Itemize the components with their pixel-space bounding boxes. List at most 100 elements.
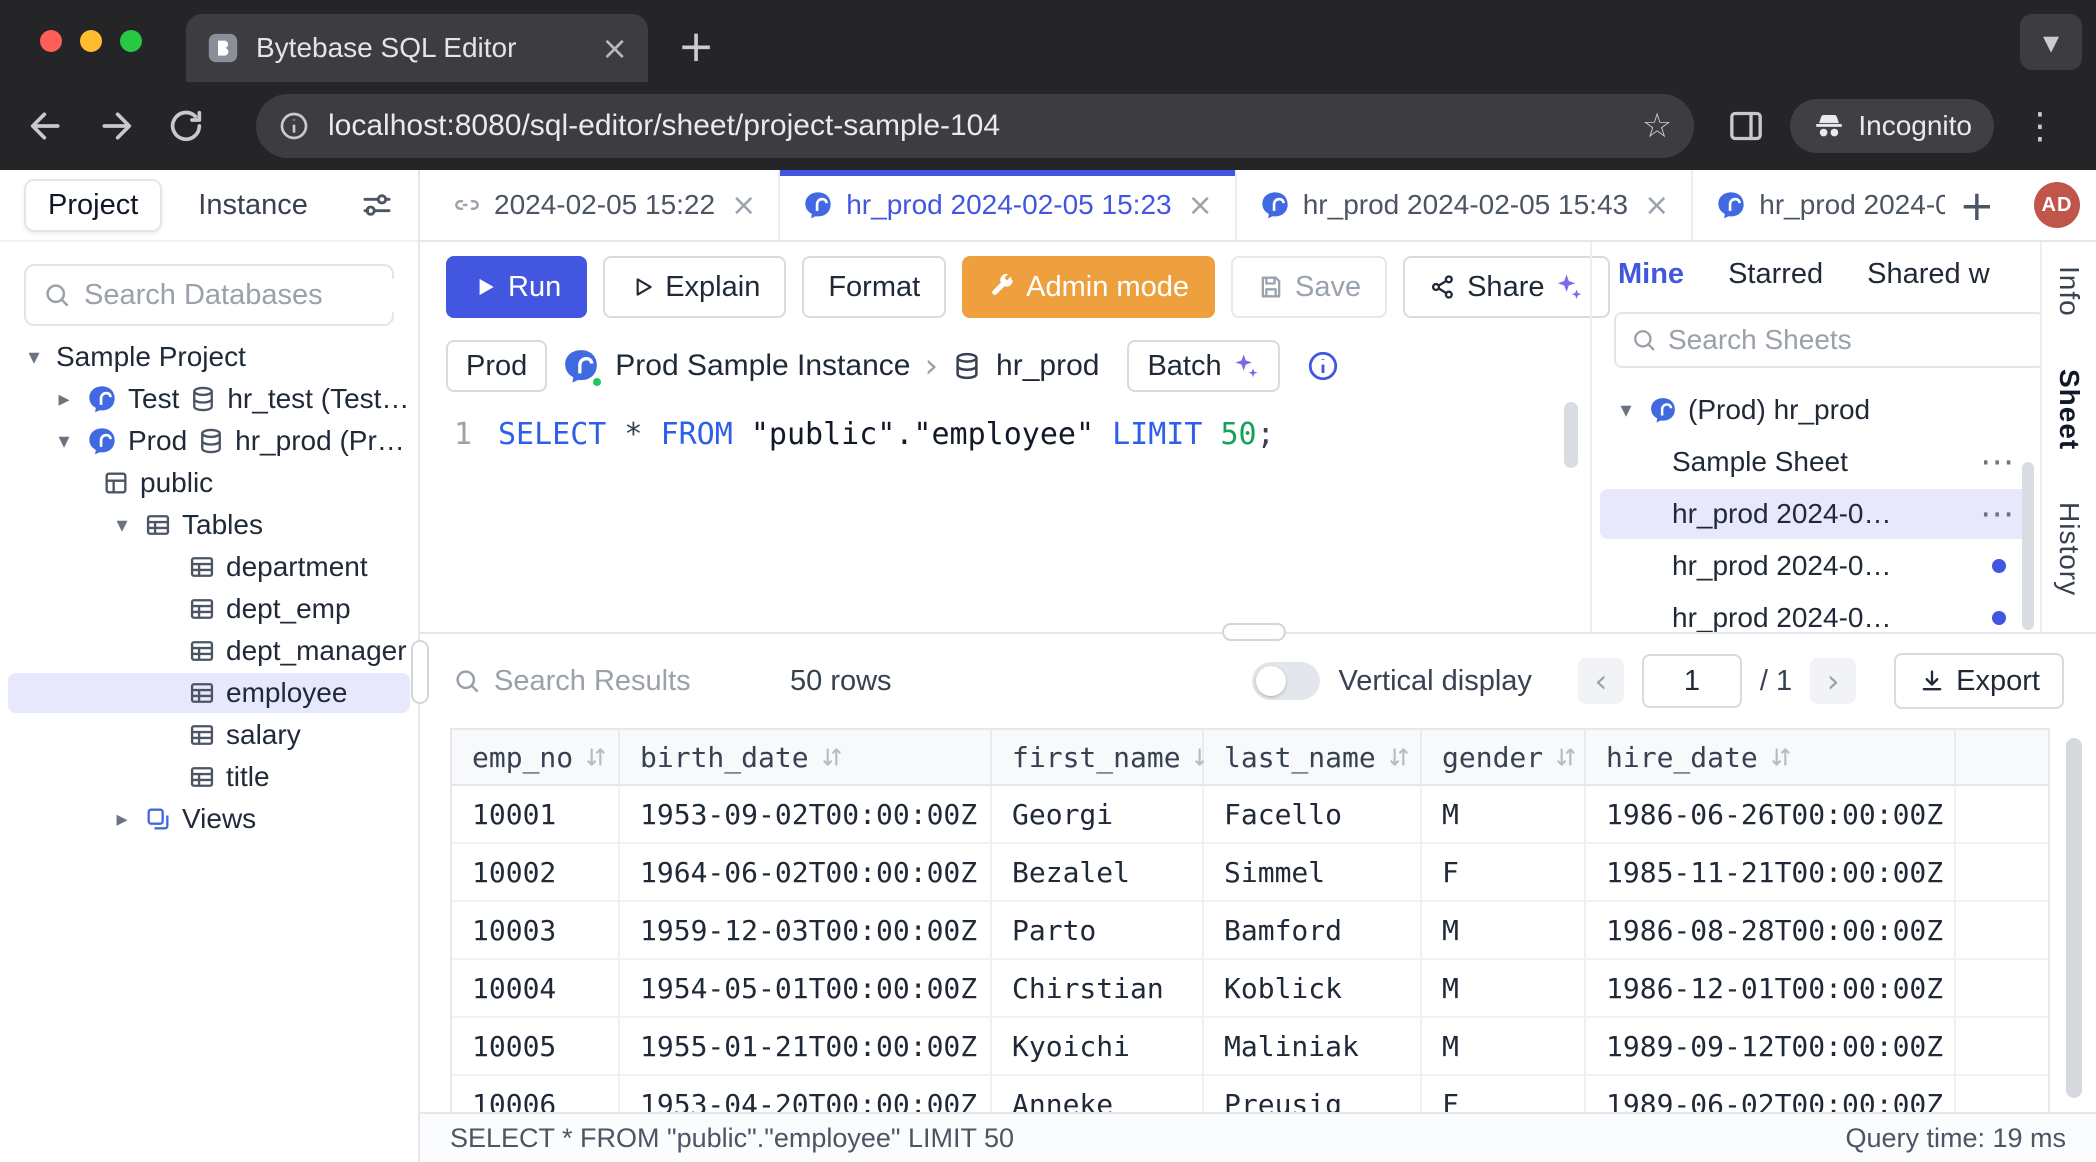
- tab-instance[interactable]: Instance: [198, 189, 308, 222]
- search-databases-field[interactable]: [84, 279, 420, 312]
- tree-item-env-test[interactable]: ▸ Test hr_test (Test…: [0, 378, 418, 420]
- chevron-down-icon[interactable]: ▾: [22, 345, 46, 370]
- sort-icon[interactable]: [1553, 744, 1579, 770]
- sheet-item-partial[interactable]: hr_prod 2024-0…: [1592, 592, 2040, 632]
- forward-button[interactable]: [94, 104, 138, 148]
- info-circle-icon[interactable]: [1306, 349, 1340, 383]
- chevron-down-icon[interactable]: ▾: [110, 513, 134, 538]
- sheet-tab-2-active[interactable]: hr_prod 2024-02-05 15:23 ×: [780, 170, 1237, 240]
- sheet-item-menu-icon[interactable]: ⋯: [1980, 442, 2014, 482]
- tree-item-env-prod[interactable]: ▾ Prod hr_prod (Pr…: [0, 420, 418, 462]
- sort-icon[interactable]: [1768, 744, 1794, 770]
- close-window-button[interactable]: [40, 30, 62, 52]
- results-resize-grip[interactable]: [1222, 623, 1286, 641]
- results-scrollbar[interactable]: [2066, 738, 2082, 1098]
- share-button[interactable]: Share: [1403, 256, 1610, 318]
- column-header-birth_date[interactable]: birth_date: [620, 730, 992, 786]
- sheet-item[interactable]: Sample Sheet ⋯: [1592, 436, 2040, 488]
- chevron-down-icon[interactable]: ▾: [1614, 398, 1638, 423]
- user-avatar[interactable]: AD: [2034, 182, 2080, 228]
- tab-starred[interactable]: Starred: [1728, 258, 1823, 291]
- column-header-gender[interactable]: gender: [1422, 730, 1586, 786]
- tree-item-table-dept_manager[interactable]: dept_manager: [0, 630, 418, 672]
- browser-tab[interactable]: Bytebase SQL Editor ×: [186, 14, 648, 82]
- column-header-last_name[interactable]: last_name: [1204, 730, 1422, 786]
- tab-search-chevron-button[interactable]: ▾: [2020, 14, 2082, 70]
- side-panel-icon[interactable]: [1726, 106, 1766, 146]
- column-label: last_name: [1224, 741, 1376, 774]
- sort-icon[interactable]: [583, 744, 609, 770]
- editor-scrollbar[interactable]: [1564, 402, 1578, 468]
- sheet-tab-bar: 2024-02-05 15:22 × hr_prod 2024-02-05 15…: [420, 170, 2096, 242]
- search-databases-input[interactable]: [24, 264, 394, 326]
- tree-item-tables-group[interactable]: ▾ Tables: [0, 504, 418, 546]
- search-sheets-field[interactable]: [1668, 324, 2029, 356]
- sql-editor[interactable]: 1 SELECT * FROM "public"."employee" LIMI…: [420, 412, 1590, 632]
- sheet-item-selected[interactable]: hr_prod 2024-0… ⋯: [1592, 488, 2040, 540]
- sheet-tab-4-clipped[interactable]: hr_prod 2024-0: [1693, 170, 1945, 240]
- filter-settings-icon[interactable]: [360, 188, 394, 222]
- admin-mode-button[interactable]: Admin mode: [962, 256, 1215, 318]
- run-button[interactable]: Run: [446, 256, 587, 318]
- bookmark-star-icon[interactable]: ☆: [1642, 106, 1672, 146]
- chevron-right-icon[interactable]: ▸: [52, 387, 76, 412]
- tab-project[interactable]: Project: [24, 179, 162, 232]
- side-tab-history[interactable]: History: [2053, 502, 2085, 596]
- tree-item-table-title[interactable]: title: [0, 756, 418, 798]
- prev-page-button[interactable]: ‹: [1578, 658, 1624, 704]
- chevron-down-icon[interactable]: ▾: [52, 429, 76, 454]
- reload-button[interactable]: [164, 104, 208, 148]
- sheet-tab-3[interactable]: hr_prod 2024-02-05 15:43 ×: [1237, 170, 1694, 240]
- back-button[interactable]: [24, 104, 68, 148]
- search-sheets-input[interactable]: [1614, 312, 2040, 368]
- sheet-tab-1[interactable]: 2024-02-05 15:22 ×: [430, 170, 780, 240]
- tree-item-schema-public[interactable]: public: [0, 462, 418, 504]
- new-sheet-tab-button[interactable]: +: [1959, 181, 1994, 230]
- batch-button[interactable]: Batch: [1127, 340, 1279, 392]
- chevron-right-icon[interactable]: ▸: [110, 807, 134, 832]
- sort-icon[interactable]: [819, 744, 845, 770]
- tree-item-table-employee-selected[interactable]: employee: [0, 672, 418, 714]
- database-name[interactable]: hr_prod: [996, 349, 1099, 383]
- tree-item-table-dept_emp[interactable]: dept_emp: [0, 588, 418, 630]
- new-tab-button[interactable]: +: [668, 18, 724, 74]
- sheet-group-row[interactable]: ▾ (Prod) hr_prod: [1592, 384, 2040, 436]
- search-results-field[interactable]: [494, 665, 772, 698]
- export-button[interactable]: Export: [1894, 653, 2064, 709]
- sort-icon[interactable]: [1386, 744, 1412, 770]
- minimize-window-button[interactable]: [80, 30, 102, 52]
- sidebar-resize-grip[interactable]: [411, 640, 429, 704]
- format-button[interactable]: Format: [802, 256, 946, 318]
- tree-item-table-department[interactable]: department: [0, 546, 418, 588]
- environment-badge[interactable]: Prod: [446, 340, 547, 392]
- sheet-item-menu-icon[interactable]: ⋯: [1980, 494, 2014, 534]
- tree-item-views-group[interactable]: ▸ Views: [0, 798, 418, 840]
- page-number-input[interactable]: [1642, 654, 1742, 708]
- tree-item-table-salary[interactable]: salary: [0, 714, 418, 756]
- maximize-window-button[interactable]: [120, 30, 142, 52]
- column-header-emp_no[interactable]: emp_no: [452, 730, 620, 786]
- close-tab-icon[interactable]: ×: [601, 32, 628, 64]
- tree-item-project[interactable]: ▾ Sample Project: [0, 336, 418, 378]
- search-results-input[interactable]: [452, 665, 772, 698]
- close-sheet-tab-icon[interactable]: ×: [1644, 188, 1669, 223]
- column-header-first_name[interactable]: first_name: [992, 730, 1204, 786]
- explain-button[interactable]: Explain: [603, 256, 786, 318]
- vertical-display-toggle[interactable]: [1252, 662, 1320, 700]
- sheet-panel-scrollbar[interactable]: [2022, 462, 2034, 630]
- instance-name[interactable]: Prod Sample Instance: [615, 349, 910, 383]
- side-tab-sheet[interactable]: Sheet: [2053, 369, 2085, 450]
- close-sheet-tab-icon[interactable]: ×: [731, 188, 756, 223]
- save-button[interactable]: Save: [1231, 256, 1387, 318]
- column-header-hire_date[interactable]: hire_date: [1586, 730, 1956, 786]
- browser-menu-icon[interactable]: ⋮: [2022, 106, 2058, 147]
- close-sheet-tab-icon[interactable]: ×: [1188, 188, 1213, 223]
- address-bar[interactable]: localhost:8080/sql-editor/sheet/project-…: [256, 94, 1694, 158]
- table-icon: [188, 595, 216, 623]
- tab-mine[interactable]: Mine: [1618, 258, 1684, 291]
- sheet-item[interactable]: hr_prod 2024-0…: [1592, 540, 2040, 592]
- side-tab-info[interactable]: Info: [2053, 266, 2085, 317]
- tab-shared[interactable]: Shared w: [1867, 258, 1990, 291]
- next-page-button[interactable]: ›: [1810, 658, 1856, 704]
- site-info-icon[interactable]: [278, 110, 310, 142]
